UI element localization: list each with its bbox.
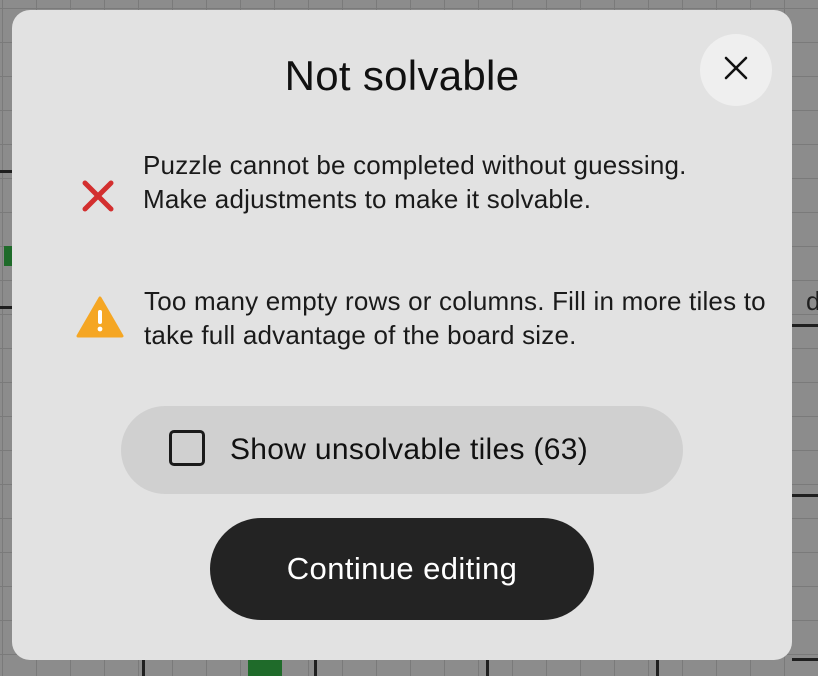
error-x-icon [80, 178, 116, 214]
message-text: Puzzle cannot be completed without guess… [143, 150, 687, 214]
show-unsolvable-tiles-toggle[interactable]: Show unsolvable tiles (63) [121, 406, 683, 494]
dialog-title: Not solvable [284, 52, 520, 99]
filled-tile [248, 660, 282, 676]
not-solvable-dialog: Not solvable Puzzle cannot be completed … [12, 10, 792, 660]
board-edge-letter: d [806, 286, 818, 316]
board-divider-line [792, 658, 818, 661]
board-divider-line [792, 324, 818, 327]
toggle-label: Show unsolvable tiles (63) [230, 433, 588, 466]
board-divider-line [656, 660, 659, 676]
board-divider-line [314, 660, 317, 676]
board-divider-line [486, 660, 489, 676]
board-divider-line [0, 306, 12, 309]
board-divider-line [142, 660, 145, 676]
board-divider-line [792, 494, 818, 497]
message-item-warning: Too many empty rows or columns. Fill in … [12, 284, 792, 354]
continue-editing-button[interactable]: Continue editing [210, 518, 594, 620]
warning-triangle-icon [74, 294, 126, 340]
message-item-error: Puzzle cannot be completed without guess… [12, 148, 792, 252]
show-unsolvable-tiles-checkbox[interactable] [169, 430, 205, 466]
filled-tile [4, 246, 12, 266]
message-text: Too many empty rows or columns. Fill in … [144, 286, 766, 350]
board-divider-line [0, 170, 12, 173]
